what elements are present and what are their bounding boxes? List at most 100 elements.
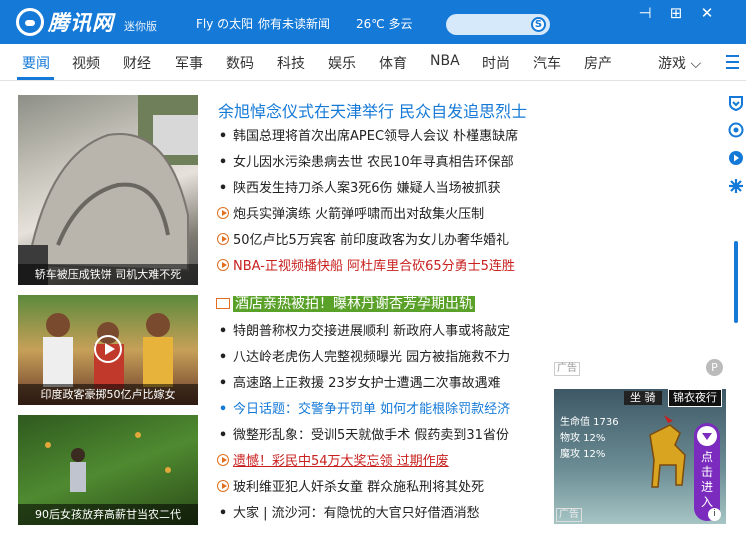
- play-icon[interactable]: [94, 335, 122, 363]
- list-item[interactable]: 炮兵实弹演练 火箭弹呼啸而出对敌集火压制: [216, 206, 528, 224]
- app-header: 腾讯网 迷你版 Fly の太阳 你有未读新闻 26℃ 多云 S ⊣ ⊞ ✕: [0, 0, 746, 44]
- bullet-icon: •: [218, 376, 228, 391]
- list-item[interactable]: • 微整形乱象：受训5天就做手术 假药卖到31省份: [216, 427, 528, 445]
- news-title: 八达岭老虎伤人完整视频曝光 园方被指施救不力: [233, 350, 511, 365]
- news-title: 大家 | 流沙河：有隐忧的大官只好借酒消愁: [233, 506, 480, 521]
- search-input[interactable]: S: [446, 14, 550, 35]
- bullet-icon: •: [218, 428, 228, 443]
- news-title: 玻利维亚犯人奸杀女童 群众施私刑将其处死: [233, 480, 485, 495]
- ad-stat-matk: 魔攻 12%: [560, 449, 606, 460]
- arrow-down-icon: [697, 426, 717, 446]
- tab-finance[interactable]: 财经: [123, 53, 151, 73]
- edition-label: 迷你版: [124, 20, 157, 33]
- news-card-crushed-car[interactable]: 轿车被压成铁饼 司机大难不死: [18, 95, 198, 285]
- list-item[interactable]: 遗憾！彩民中54万大奖忘领 过期作废: [216, 453, 528, 471]
- bullet-icon: •: [218, 506, 228, 521]
- logo-text: 腾讯网: [48, 11, 114, 35]
- list-item[interactable]: • 八达岭老虎伤人完整视频曝光 园方被指施救不力: [216, 349, 528, 367]
- tab-video[interactable]: 视频: [72, 53, 100, 73]
- qq-logo-icon: [16, 8, 44, 36]
- tab-nba[interactable]: NBA: [430, 53, 460, 69]
- news-title: 50亿卢比5万宾客 前印度政客为女儿办奢华婚礼: [233, 233, 509, 248]
- bullet-icon: •: [218, 324, 228, 339]
- news-title: 遗憾！彩民中54万大奖忘领 过期作废: [233, 454, 449, 469]
- tab-sports[interactable]: 体育: [379, 53, 407, 73]
- chevron-down-icon: ⌵: [690, 56, 702, 72]
- tab-military[interactable]: 军事: [175, 53, 203, 73]
- menu-icon[interactable]: [726, 55, 739, 69]
- tab-games-label: 游戏: [658, 56, 686, 72]
- news-title: 微整形乱象：受训5天就做手术 假药卖到31省份: [233, 428, 509, 443]
- tab-entertainment[interactable]: 娱乐: [328, 53, 356, 73]
- ad-label: 广告: [554, 362, 580, 376]
- news-title: 酒店亲热被拍！曝林丹谢杏芳孕期出轨: [233, 296, 475, 312]
- news-card-farmer-girl[interactable]: 90后女孩放弃高薪甘当农二代: [18, 415, 198, 525]
- list-item[interactable]: • 高速路上正救援 23岁女护士遭遇二次事故遇难: [216, 375, 528, 393]
- tab-games-dropdown[interactable]: 游戏 ⌵: [658, 53, 701, 73]
- add-window-icon[interactable]: ⊞: [663, 2, 689, 24]
- close-icon[interactable]: ✕: [694, 2, 720, 24]
- bullet-icon: •: [218, 402, 228, 417]
- qq-icon[interactable]: [728, 122, 744, 138]
- news-title: 特朗普称权力交接进展顺利 新政府人事或将敲定: [233, 324, 511, 339]
- tab-tech[interactable]: 科技: [277, 53, 305, 73]
- news-title: 今日话题：交警争开罚单 如何才能根除罚款经济: [233, 402, 511, 417]
- news-card-wedding[interactable]: 印度政客豪掷50亿卢比嫁女: [18, 295, 198, 405]
- bullet-icon: •: [218, 129, 228, 144]
- ad-cta-label: 点击进入: [701, 450, 714, 509]
- news-title: 炮兵实弹演练 火箭弹呼啸而出对敌集火压制: [233, 207, 485, 222]
- crushed-car-image: [18, 95, 198, 285]
- bullet-icon: •: [218, 181, 228, 196]
- ad-enter-button[interactable]: 点击进入: [694, 423, 720, 521]
- tab-auto[interactable]: 汽车: [533, 53, 561, 73]
- card-caption: 印度政客豪掷50亿卢比嫁女: [18, 384, 198, 405]
- ad-stats: 生命值 1736 物攻 12% 魔攻 12%: [560, 415, 619, 463]
- scrollbar[interactable]: [734, 241, 738, 323]
- tab-realestate[interactable]: 房产: [584, 53, 612, 73]
- ad-info-icon[interactable]: i: [708, 508, 721, 521]
- news-title: 女儿因水污染患病去世 农民10年寻真相告环保部: [233, 155, 514, 170]
- pin-icon[interactable]: ⊣: [632, 2, 658, 24]
- bullet-icon: •: [218, 155, 228, 170]
- top-headline[interactable]: 余旭悼念仪式在天津举行 民众自发追思烈士: [218, 98, 527, 122]
- horse-mount-image: [649, 415, 686, 488]
- user-name[interactable]: Fly の太阳: [196, 15, 253, 32]
- video-icon: [217, 207, 229, 219]
- video-play-icon[interactable]: [728, 150, 744, 166]
- settings-icon[interactable]: [728, 178, 744, 194]
- list-item[interactable]: • 特朗普称权力交接进展顺利 新政府人事或将敲定: [216, 323, 528, 341]
- news-title: NBA-正视频播快船 阿杜库里合砍65分勇士5连胜: [233, 259, 515, 274]
- game-ad-banner[interactable]: 坐 骑 锦衣夜行 生命值 1736 物攻 12% 魔攻 12% 点击进入 广告 …: [554, 389, 726, 524]
- video-icon: [217, 454, 229, 466]
- news-title: 高速路上正救援 23岁女护士遭遇二次事故遇难: [233, 376, 501, 391]
- tab-fashion[interactable]: 时尚: [482, 53, 510, 73]
- video-icon: [217, 480, 229, 492]
- list-item[interactable]: 玻利维亚犯人奸杀女童 群众施私刑将其处死: [216, 479, 528, 497]
- shield-icon[interactable]: [728, 95, 744, 111]
- ad-pin-icon[interactable]: P: [706, 359, 723, 376]
- ad-bottom-label: 广告: [556, 508, 582, 522]
- news-title: 陕西发生持刀杀人案3死6伤 嫌疑人当场被抓获: [233, 181, 501, 196]
- video-icon: [217, 259, 229, 271]
- card-caption: 轿车被压成铁饼 司机大难不死: [18, 264, 198, 285]
- list-item[interactable]: • 韩国总理将首次出席APEC领导人会议 朴槿惠缺席: [216, 128, 528, 146]
- bullet-icon: •: [218, 350, 228, 365]
- list-item[interactable]: • 陕西发生持刀杀人案3死6伤 嫌疑人当场被抓获: [216, 180, 528, 198]
- list-item-highlight[interactable]: 酒店亲热被拍！曝林丹谢杏芳孕期出轨: [216, 294, 528, 314]
- weather[interactable]: 26℃ 多云: [356, 15, 413, 32]
- category-nav: 要闻 视频 财经 军事 数码 科技 娱乐 体育 NBA 时尚 汽车 房产 游戏 …: [0, 44, 746, 81]
- tab-news[interactable]: 要闻: [22, 53, 50, 73]
- list-item[interactable]: • 大家 | 流沙河：有隐忧的大官只好借酒消愁: [216, 505, 528, 523]
- ad-tag-mount: 坐 骑: [624, 391, 662, 405]
- list-item[interactable]: • 今日话题：交警争开罚单 如何才能根除罚款经济: [216, 401, 528, 419]
- list-item[interactable]: 50亿卢比5万宾客 前印度政客为女儿办奢华婚礼: [216, 232, 528, 250]
- tab-digital[interactable]: 数码: [226, 53, 254, 73]
- card-caption: 90后女孩放弃高薪甘当农二代: [18, 504, 198, 525]
- unread-news-link[interactable]: 你有未读新闻: [258, 15, 330, 32]
- news-title: 韩国总理将首次出席APEC领导人会议 朴槿惠缺席: [233, 129, 519, 144]
- list-item[interactable]: • 女儿因水污染患病去世 农民10年寻真相告环保部: [216, 154, 528, 172]
- logo[interactable]: 腾讯网 迷你版: [16, 7, 157, 37]
- ad-tag-title: 锦衣夜行: [668, 389, 722, 407]
- list-item[interactable]: NBA-正视频播快船 阿杜库里合砍65分勇士5连胜: [216, 258, 528, 276]
- search-icon[interactable]: S: [531, 17, 546, 32]
